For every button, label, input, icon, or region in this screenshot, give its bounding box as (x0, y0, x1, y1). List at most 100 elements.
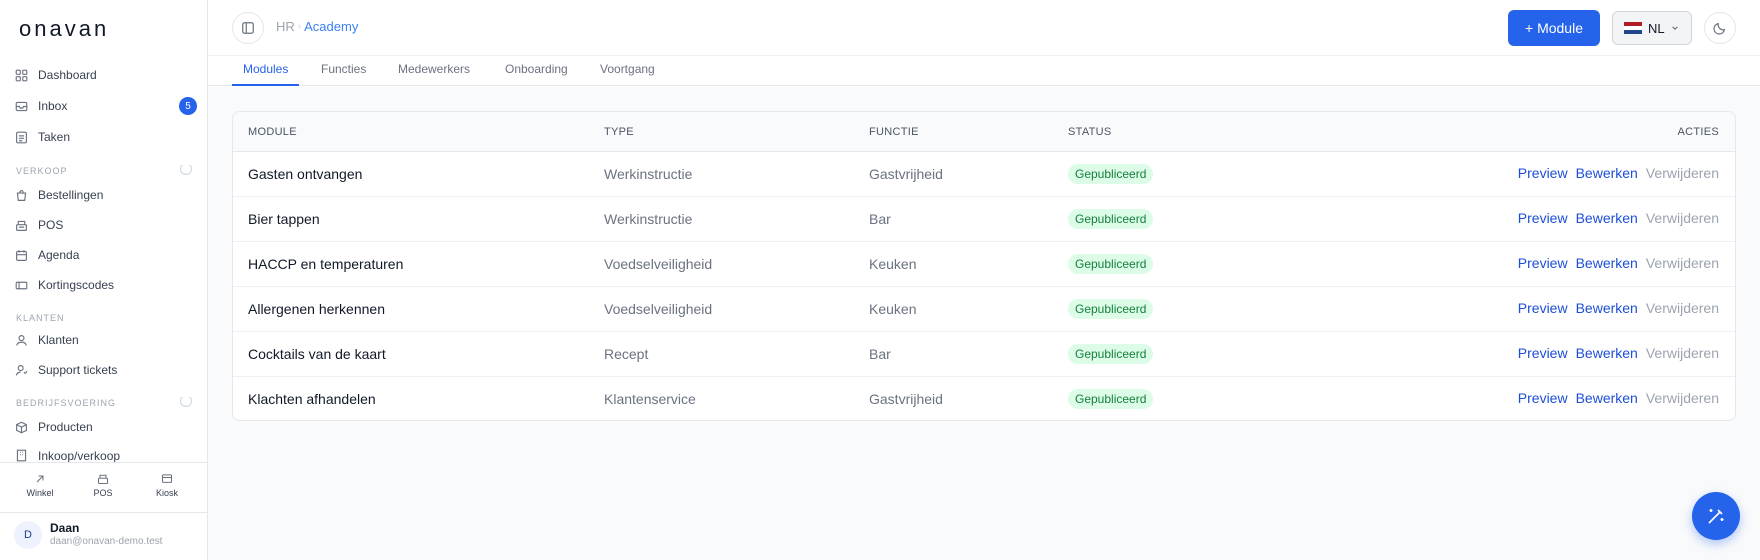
cell-module: Allergenen herkennen (248, 301, 385, 317)
row-actions: Preview Bewerken Verwijderen (1518, 210, 1719, 226)
tasks-icon (15, 131, 28, 144)
bag-icon (15, 189, 28, 202)
building-icon (15, 449, 28, 462)
user-profile[interactable]: D Daan daan@onavan-demo.test (0, 512, 207, 560)
section-bedrijfsvoering: BEDRIJFSVOERING (16, 395, 192, 408)
sidebar-item-kortingscodes[interactable]: Kortingscodes (15, 274, 195, 296)
column-header-module: MODULE (248, 126, 297, 138)
loading-spinner-icon (180, 395, 192, 407)
tab-functies[interactable]: Functies (321, 62, 366, 86)
brand-logo[interactable]: onavan (19, 16, 109, 42)
panel-left-icon (242, 22, 254, 34)
status-badge: Gepubliceerd (1068, 299, 1154, 319)
cell-functie: Keuken (869, 301, 917, 317)
theme-toggle-button[interactable] (1704, 12, 1736, 44)
table-row[interactable]: HACCP en temperaturen Voedselveiligheid Ke… (233, 242, 1735, 287)
sidebar-item-inkoop-verkoop[interactable]: Inkoop/verkoop (15, 446, 195, 462)
inbox-icon (15, 100, 28, 113)
delete-link[interactable]: Verwijderen (1646, 300, 1719, 316)
user-email: daan@onavan-demo.test (50, 536, 163, 547)
cell-functie: Bar (869, 346, 891, 362)
column-header-functie: FUNCTIE (869, 126, 919, 138)
delete-link[interactable]: Verwijderen (1646, 390, 1719, 406)
table-header: MODULE TYPE FUNCTIE STATUS ACTIES (233, 112, 1735, 152)
column-header-type: TYPE (604, 126, 634, 138)
delete-link[interactable]: Verwijderen (1646, 255, 1719, 271)
edit-link[interactable]: Bewerken (1576, 210, 1638, 226)
preview-link[interactable]: Preview (1518, 390, 1568, 406)
sidebar-item-label: Inbox (38, 99, 68, 113)
netherlands-flag-icon (1624, 22, 1642, 34)
tab-onboarding[interactable]: Onboarding (505, 62, 568, 86)
delete-link[interactable]: Verwijderen (1646, 345, 1719, 361)
preview-link[interactable]: Preview (1518, 165, 1568, 181)
edit-link[interactable]: Bewerken (1576, 390, 1638, 406)
top-header: HR › Academy + Module NL (208, 0, 1760, 56)
status-badge: Gepubliceerd (1068, 164, 1154, 184)
sidebar-item-dashboard[interactable]: Dashboard (15, 64, 195, 86)
preview-link[interactable]: Preview (1518, 345, 1568, 361)
sidebar-item-label: Producten (38, 420, 93, 434)
quick-link-label: Kiosk (155, 488, 178, 498)
section-verkoop: VERKOOP (16, 163, 192, 176)
edit-link[interactable]: Bewerken (1576, 345, 1638, 361)
edit-link[interactable]: Bewerken (1576, 255, 1638, 271)
cell-functie: Keuken (869, 256, 917, 272)
delete-link[interactable]: Verwijderen (1646, 210, 1719, 226)
cell-functie: Bar (869, 211, 891, 227)
quick-link-winkel[interactable]: Winkel (10, 473, 70, 498)
cell-type: Voedselveiligheid (604, 301, 713, 317)
table-row[interactable]: Allergenen herkennen Voedselveiligheid Keu… (233, 287, 1735, 332)
sidebar-item-label: Inkoop/verkoop (38, 449, 121, 462)
sidebar-item-label: Klanten (38, 333, 79, 347)
magic-wand-button[interactable] (1692, 492, 1740, 540)
loading-spinner-icon (180, 163, 192, 175)
cell-module: Klachten afhandelen (248, 391, 376, 407)
table-row[interactable]: Bier tappen Werkinstructie Bar Gepubliceerd… (233, 197, 1735, 242)
section-klanten: KLANTEN (16, 313, 192, 323)
preview-link[interactable]: Preview (1518, 300, 1568, 316)
sidebar-item-inbox[interactable]: Inbox 5 (15, 95, 197, 117)
tab-voortgang[interactable]: Voortgang (600, 62, 655, 86)
cell-type: Werkinstructie (604, 166, 693, 182)
tab-medewerkers[interactable]: Medewerkers (398, 62, 470, 86)
breadcrumb-hr[interactable]: HR (276, 19, 295, 34)
preview-link[interactable]: Preview (1518, 210, 1568, 226)
modules-table: MODULE TYPE FUNCTIE STATUS ACTIES Gasten… (232, 111, 1736, 421)
sidebar-item-label: Kortingscodes (38, 278, 115, 292)
sidebar-item-agenda[interactable]: Agenda (15, 244, 195, 266)
quick-link-kiosk[interactable]: Kiosk (137, 473, 197, 498)
edit-link[interactable]: Bewerken (1576, 300, 1638, 316)
sidebar-item-taken[interactable]: Taken (15, 126, 195, 148)
sidebar-item-bestellingen[interactable]: Bestellingen (15, 184, 195, 206)
breadcrumb: HR › Academy (276, 19, 358, 34)
sidebar-item-label: Dashboard (38, 68, 97, 82)
section-title: BEDRIJFSVOERING (16, 398, 117, 408)
edit-link[interactable]: Bewerken (1576, 165, 1638, 181)
register-icon (15, 219, 28, 232)
cell-functie: Gastvrijheid (869, 166, 943, 182)
section-title: VERKOOP (16, 166, 68, 176)
cell-module: Gasten ontvangen (248, 166, 363, 182)
sidebar-item-pos[interactable]: POS (15, 214, 195, 236)
table-row[interactable]: Klachten afhandelen Klantenservice Gastvri… (233, 377, 1735, 420)
table-row[interactable]: Gasten ontvangen Werkinstructie Gastvrijhe… (233, 152, 1735, 197)
delete-link[interactable]: Verwijderen (1646, 165, 1719, 181)
calendar-icon (15, 249, 28, 262)
row-actions: Preview Bewerken Verwijderen (1518, 345, 1719, 361)
breadcrumb-academy[interactable]: Academy (304, 19, 358, 34)
kiosk-icon (161, 474, 173, 483)
language-select[interactable]: NL (1612, 11, 1692, 45)
sidebar-toggle-button[interactable] (232, 12, 264, 44)
sidebar-item-producten[interactable]: Producten (15, 416, 195, 438)
preview-link[interactable]: Preview (1518, 255, 1568, 271)
sidebar-item-klanten[interactable]: Klanten (15, 329, 195, 351)
sidebar-item-support-tickets[interactable]: Support tickets (15, 359, 195, 381)
cell-functie: Gastvrijheid (869, 391, 943, 407)
avatar: D (14, 521, 42, 549)
status-badge: Gepubliceerd (1068, 209, 1154, 229)
tab-modules[interactable]: Modules (232, 62, 300, 86)
add-module-button[interactable]: + Module (1508, 10, 1600, 46)
quick-link-pos[interactable]: POS (73, 473, 133, 498)
table-row[interactable]: Cocktails van de kaart Recept Bar Gepublice… (233, 332, 1735, 377)
